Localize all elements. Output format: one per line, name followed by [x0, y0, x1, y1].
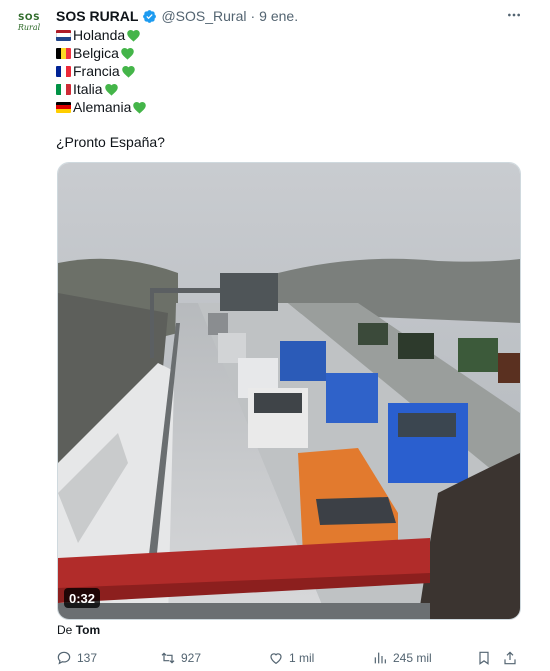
- country-name: Italia: [73, 81, 103, 97]
- green-heart-icon: [121, 48, 134, 60]
- attribution-prefix: De: [57, 623, 73, 637]
- tweet-text: Holanda Belgica Francia Italia Alemania: [56, 26, 147, 116]
- france-flag-icon: [56, 65, 71, 77]
- more-options-icon[interactable]: [504, 6, 524, 24]
- green-heart-icon: [127, 30, 140, 42]
- bookmark-icon: [479, 651, 489, 665]
- verified-badge-icon: [143, 9, 157, 23]
- country-line: Italia: [56, 80, 147, 98]
- share-button[interactable]: [502, 648, 523, 668]
- avatar-text-top: SOS: [17, 13, 41, 23]
- reply-count: 137: [77, 651, 98, 665]
- share-icon: [504, 651, 516, 665]
- timestamp[interactable]: 9 ene.: [259, 8, 298, 24]
- tweet: SOS Rural SOS RURAL @SOS_Rural · 9 ene. …: [0, 0, 550, 671]
- country-line: Holanda: [56, 26, 147, 44]
- belgium-flag-icon: [56, 47, 71, 59]
- green-heart-icon: [133, 102, 147, 114]
- video-player[interactable]: [57, 162, 521, 620]
- like-count: 1 mil: [289, 651, 315, 665]
- like-button[interactable]: 1 mil: [268, 648, 314, 668]
- handle[interactable]: @SOS_Rural: [161, 8, 246, 24]
- avatar[interactable]: SOS Rural: [14, 8, 44, 38]
- country-name: Alemania: [73, 99, 132, 115]
- views-chart-icon: [374, 652, 386, 664]
- attribution-name[interactable]: Tom: [76, 623, 100, 637]
- netherlands-flag-icon: [56, 29, 71, 41]
- green-heart-icon: [121, 66, 135, 78]
- country-line: Francia: [56, 62, 147, 80]
- country-line: Belgica: [56, 44, 147, 62]
- retweet-button[interactable]: 927: [160, 648, 201, 668]
- bookmark-button[interactable]: [476, 648, 497, 668]
- retweet-count: 927: [181, 651, 202, 665]
- video-thumbnail: [58, 163, 520, 619]
- country-line: Alemania: [56, 98, 147, 116]
- avatar-text-bottom: Rural: [17, 23, 41, 32]
- views-button[interactable]: 245 mil: [372, 648, 432, 668]
- video-duration: 0:32: [64, 588, 101, 608]
- green-heart-icon: [104, 84, 118, 96]
- tweet-actions: 137 927 1 mil 245 mil: [56, 648, 522, 668]
- display-name[interactable]: SOS RURAL: [56, 8, 138, 24]
- tweet-question-text: ¿Pronto España?: [56, 134, 165, 150]
- reply-button[interactable]: 137: [56, 648, 97, 668]
- separator: ·: [250, 8, 256, 24]
- italy-flag-icon: [56, 83, 71, 95]
- views-count: 245 mil: [393, 651, 432, 665]
- heart-icon: [270, 653, 282, 665]
- video-attribution: De Tom: [57, 623, 100, 637]
- country-name: Francia: [73, 63, 120, 79]
- country-name: Holanda: [73, 27, 126, 43]
- germany-flag-icon: [56, 101, 71, 113]
- reply-icon: [57, 651, 71, 665]
- retweet-icon: [161, 652, 175, 664]
- tweet-header: SOS RURAL @SOS_Rural · 9 ene.: [56, 6, 298, 26]
- country-name: Belgica: [73, 45, 119, 61]
